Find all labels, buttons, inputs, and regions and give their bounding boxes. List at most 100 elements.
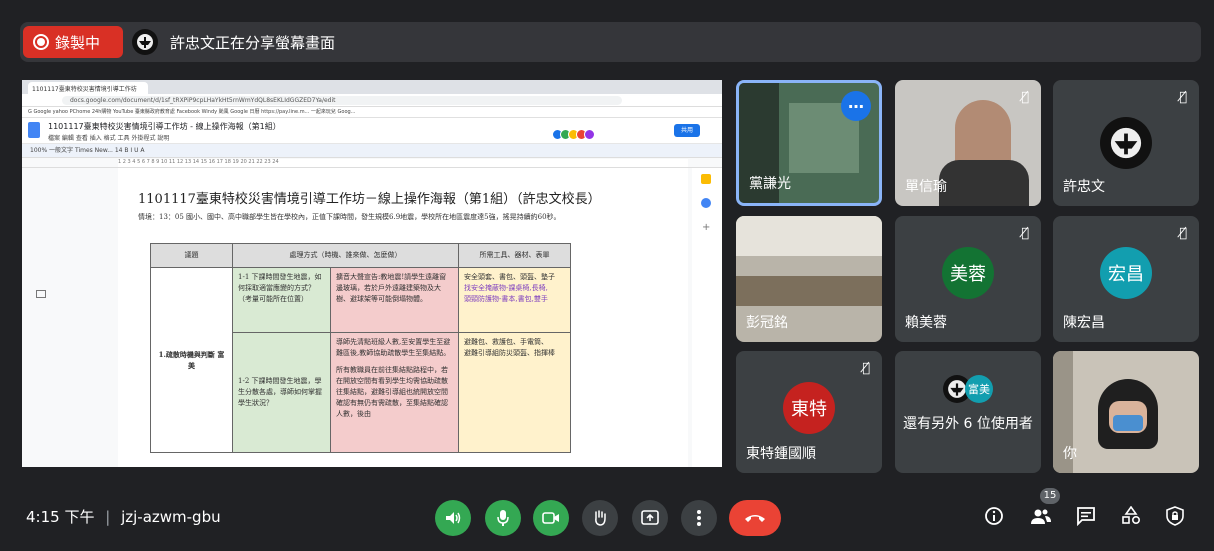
collaborator-avatars (552, 125, 612, 140)
people-icon (1031, 509, 1051, 524)
docs-menu[interactable]: 檔案 編輯 查看 插入 格式 工具 外掛程式 說明 (48, 133, 169, 142)
share-button[interactable]: 共用 (674, 124, 700, 137)
raise-hand-icon (595, 510, 606, 526)
docs-side-panel: + (692, 168, 722, 467)
participant-count-badge: 15 (1040, 488, 1060, 504)
others-count-text: 還有另外 6 位使用者 (903, 416, 1033, 432)
others-tile[interactable]: 富美 還有另外 6 位使用者 (895, 351, 1041, 473)
tools-line: 找安全掩蔽物-課桌椅,長椅, (464, 284, 548, 292)
participant-tile[interactable]: 你 (1053, 351, 1199, 473)
participant-name: 彭冠銘 (746, 315, 788, 331)
participant-tile[interactable]: 東特 🎙̸ 東特鍾國順 (736, 351, 882, 473)
method-cell: 擴音大聲宣告:教地震!請學生遠離窗邊玻璃，若於戶外遠離建築物及大樹、避球架等可能… (330, 267, 459, 333)
participant-tile[interactable]: 🎙̸ 單信瑜 (895, 80, 1041, 206)
keep-icon[interactable] (701, 174, 711, 184)
participant-tile[interactable]: 彭冠銘 (736, 216, 882, 342)
mic-off-icon: 🎙̸ (1179, 90, 1187, 105)
meeting-details-button[interactable] (984, 506, 1004, 531)
chat-button[interactable] (1076, 506, 1096, 531)
presentation-banner: 錄製中 許忠文正在分享螢幕畫面 (20, 22, 1201, 62)
participant-name: 賴美蓉 (905, 315, 947, 331)
avatar (1100, 117, 1152, 169)
avatar: 宏昌 (1100, 247, 1152, 299)
participant-tile[interactable]: 美蓉 🎙̸ 賴美蓉 (895, 216, 1041, 342)
mic-off-icon: 🎙̸ (1021, 226, 1029, 241)
people-button[interactable] (1030, 506, 1052, 531)
record-icon (33, 34, 49, 50)
present-icon (641, 510, 659, 525)
mic-off-icon: 🎙̸ (862, 361, 870, 376)
participant-tile[interactable]: 宏昌 🎙̸ 陳宏昌 (1053, 216, 1199, 342)
outline-icon[interactable] (36, 290, 46, 298)
doc-heading: 1101117臺東特校災害情境引導工作坊－線上操作海報（第1組）（許忠文校長） (138, 192, 601, 207)
leave-call-button[interactable] (729, 500, 781, 536)
url-field[interactable]: docs.google.com/document/d/1sf_tRXPiP9cp… (62, 96, 622, 105)
activities-icon (1122, 505, 1141, 525)
avatar: 富美 (965, 375, 993, 403)
document-page[interactable]: 1101117臺東特校災害情境引導工作坊－線上操作海報（第1組）（許忠文校長） … (118, 168, 688, 467)
recording-label: 錄製中 (55, 33, 101, 52)
hang-up-icon (745, 515, 765, 522)
method-line: 所有教職員在前往集結點路程中，若在開放空間有看到學生均需協助疏散往集結點，避難引… (336, 366, 448, 418)
speaker-button[interactable] (435, 500, 471, 536)
browser-tab-strip: 1101117臺東特校災害情境引導工作坊 (22, 80, 722, 94)
raise-hand-button[interactable] (582, 500, 618, 536)
speaker-icon (446, 512, 461, 524)
presenter-logo-icon (137, 34, 153, 50)
participant-tile[interactable]: 🎙̸ 許忠文 (1053, 80, 1199, 206)
participant-name: 黨謙光 (749, 176, 791, 192)
profile-logo-icon (1110, 127, 1142, 159)
tools-cell: 避難包、救護包、手電筒、 避難引導組防災頭盔、指揮棒 (458, 332, 571, 453)
microphone-button[interactable] (485, 500, 521, 536)
doc-context: 情境：13：05 國小、國中、高中職部學生皆在學校內，正值下課時間，發生規模6.… (138, 213, 561, 221)
topic-cell: 1.疏散時機與判斷 富美 (150, 267, 233, 453)
doc-title[interactable]: 1101117臺東特校災害情境引導工作坊 - 線上操作海報（第1組） (48, 121, 281, 132)
participant-name: 單信瑜 (905, 179, 947, 195)
more-options-button[interactable]: … (841, 91, 871, 121)
chat-icon (1077, 507, 1095, 527)
meeting-details: 4:15 下午 | jzj-azwm-gbu (26, 506, 221, 527)
add-addon-icon[interactable]: + (702, 222, 710, 233)
tools-line: 避難包、救護包、手電筒、 (464, 338, 548, 346)
browser-tab[interactable]: 1101117臺東特校災害情境引導工作坊 (28, 82, 148, 94)
table-header: 處理方式（時機、誰來做、怎麼做） (232, 243, 459, 268)
participant-name: 東特鍾國順 (746, 446, 816, 462)
video-feed (736, 276, 882, 306)
docs-ruler: 1 2 3 4 5 6 7 8 9 10 11 12 13 14 15 16 1… (22, 158, 722, 168)
shield-lock-icon (1166, 506, 1184, 526)
document-area: 1101117臺東特校災害情境引導工作坊－線上操作海報（第1組）（許忠文校長） … (22, 168, 722, 467)
mic-off-icon: 🎙̸ (1179, 226, 1187, 241)
tasks-icon[interactable] (701, 198, 711, 208)
question-cell: 1-2 下課時間發生地震，學生分散各處，導師如何掌握學生狀況？ (232, 332, 331, 453)
avatar: 東特 (783, 382, 835, 434)
docs-header: 1101117臺東特校災害情境引導工作坊 - 線上操作海報（第1組） 檔案 編輯… (22, 118, 722, 144)
video-feed (939, 160, 1029, 206)
others-avatars: 富美 (943, 375, 1013, 405)
docs-toolbar[interactable]: 100% 一般文字 Times New... 14 B I U A (22, 144, 722, 158)
camera-icon (542, 512, 559, 524)
participant-name: 陳宏昌 (1063, 315, 1105, 331)
microphone-icon (497, 510, 509, 526)
more-options-menu-button[interactable] (681, 500, 717, 536)
call-controls-bar: 4:15 下午 | jzj-azwm-gbu 15 (0, 478, 1214, 551)
info-icon (985, 507, 1003, 525)
question-cell: 1-1 下課時間發生地震，如何採取適當應變的方式？（考量可能所在位置） (232, 267, 331, 333)
host-controls-button[interactable] (1166, 506, 1184, 531)
profile-logo-icon (948, 380, 966, 398)
bookmarks-bar[interactable]: G Google yahoo PChome 24h購物 YouTube 臺東縣政… (22, 107, 722, 118)
participant-name: 你 (1063, 446, 1077, 462)
activities-button[interactable] (1121, 505, 1141, 531)
docs-logo-icon (28, 122, 40, 138)
participant-tile[interactable]: … 黨謙光 (736, 80, 882, 206)
method-cell: 導師先清點班級人數,至安置學生至避難區後,教師協助疏散學生至集結點。 所有教職員… (330, 332, 459, 453)
shared-screen: 1101117臺東特校災害情境引導工作坊 docs.google.com/doc… (22, 80, 722, 467)
ruler-ticks: 1 2 3 4 5 6 7 8 9 10 11 12 13 14 15 16 1… (118, 159, 688, 167)
recording-indicator[interactable]: 錄製中 (23, 26, 123, 58)
method-line: 導師先清點班級人數,至安置學生至避難區後,教師協助疏散學生至集結點。 (336, 338, 451, 357)
camera-button[interactable] (533, 500, 569, 536)
present-screen-button[interactable] (632, 500, 668, 536)
table-header: 所需工具、器材、表單 (458, 243, 571, 268)
separator: | (105, 508, 111, 526)
mic-off-icon: 🎙̸ (1021, 90, 1029, 105)
video-feed (736, 216, 882, 256)
